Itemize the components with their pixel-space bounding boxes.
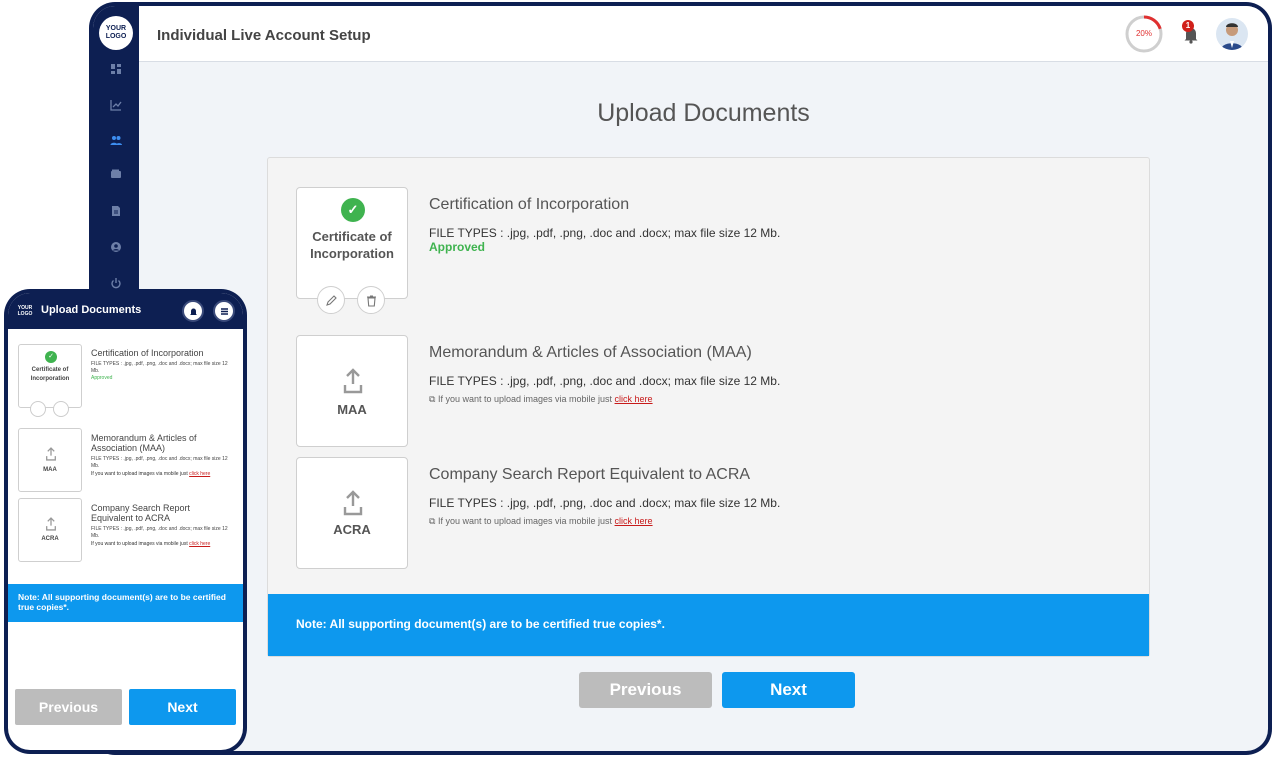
doc-info-acra: Company Search Report Equivalent to ACRA… [429,466,780,527]
mobile-header: YOUR LOGO Upload Documents [8,293,243,329]
page-title: Upload Documents [597,99,810,127]
doc-file-types: FILE TYPES : .jpg, .pdf, .png, .doc and … [429,496,781,510]
click-here-link[interactable]: click here [189,541,210,547]
mobile-icon: ⧉ [429,516,438,526]
mobile-title: Upload Documents [41,304,142,316]
doc-file-types: FILE TYPES : .jpg, .pdf, .png, .doc and … [429,226,781,240]
doc-card-acra[interactable]: ACRA [296,457,408,569]
doc-name: Certification of Incorporation [429,196,630,213]
upload-icon [343,490,363,516]
documents-panel: ✓ Certificate of Incorporation Certifica… [267,157,1150,657]
doc-info-maa: Memorandum & Articles of Association (MA… [429,344,780,405]
status-approved: Approved [91,375,113,381]
mobile-doc-card-acra[interactable]: ACRA [18,498,82,562]
account-icon[interactable] [93,237,139,257]
doc-name: Company Search Report Equivalent to ACRA [91,503,191,523]
header-title: Individual Live Account Setup [157,27,371,44]
desktop-screen: YOUR LOGO Individual Live Account Setup … [93,6,1268,751]
mobile-upload-hint: ⧉ If you want to upload images via mobil… [429,516,780,527]
notification-badge: 1 [1182,20,1194,32]
trash-icon[interactable] [53,401,69,417]
logo[interactable]: YOUR LOGO [99,16,133,50]
status-approved: Approved [429,240,486,254]
doc-name: Memorandum & Articles of Association (MA… [429,344,752,361]
progress-label: 20% [1135,29,1152,38]
app-header: Individual Live Account Setup 20% 1 [139,6,1268,62]
mobile-upload-hint: If you want to upload images via mobile … [91,541,231,547]
doc-file-types: FILE TYPES : .jpg, .pdf, .png, .doc and … [91,456,228,469]
mobile-icon: ⧉ [429,394,438,404]
note-banner: Note: All supporting document(s) are to … [268,594,1149,656]
mobile-note-banner: Note: All supporting document(s) are to … [8,584,243,622]
mobile-hint-text: If you want to upload images via mobile … [437,394,615,404]
mobile-doc-info-maa: Memorandum & Articles of Association (MA… [91,433,231,477]
check-icon: ✓ [45,351,57,363]
progress-ring: 20% [1124,14,1164,54]
mobile-hint-text: If you want to upload images via mobile … [437,516,615,526]
document-icon[interactable] [93,201,139,221]
mobile-upload-hint: If you want to upload images via mobile … [91,471,231,477]
mobile-doc-card-maa[interactable]: MAA [18,428,82,492]
mobile-doc-card-incorporation[interactable]: ✓ Certificate of Incorporation [18,344,82,417]
chart-icon[interactable] [93,95,139,115]
dashboard-icon[interactable] [93,59,139,79]
avatar[interactable] [1216,18,1248,50]
next-button[interactable]: Next [722,672,855,708]
mobile-doc-info-incorporation: Certification of Incorporation FILE TYPE… [91,348,231,381]
mobile-previous-button[interactable]: Previous [15,689,122,725]
mobile-logo[interactable]: YOUR LOGO [15,302,35,320]
doc-card-incorporation[interactable]: ✓ Certificate of Incorporation [296,187,408,314]
upload-icon [343,368,363,394]
previous-button[interactable]: Previous [579,672,712,708]
doc-name: Certification of Incorporation [91,348,204,358]
bell-icon[interactable] [182,300,204,322]
click-here-link[interactable]: click here [615,516,653,526]
mobile-next-button[interactable]: Next [129,689,236,725]
upload-icon [46,447,56,461]
menu-icon[interactable] [213,300,235,322]
doc-name: Memorandum & Articles of Association (MA… [91,433,197,453]
mobile-doc-info-acra: Company Search Report Equivalent to ACRA… [91,503,231,547]
mobile-upload-hint: ⧉ If you want to upload images via mobil… [429,394,780,405]
users-icon[interactable] [93,130,139,150]
doc-file-types: FILE TYPES : .jpg, .pdf, .png, .doc and … [91,361,228,374]
check-icon: ✓ [341,198,365,222]
trash-icon[interactable] [357,286,385,314]
desktop-frame: YOUR LOGO Individual Live Account Setup … [89,2,1272,755]
mobile-screen: YOUR LOGO Upload Documents ✓ Certificate… [8,293,243,750]
edit-icon[interactable] [317,286,345,314]
doc-file-types: FILE TYPES : .jpg, .pdf, .png, .doc and … [91,526,228,539]
doc-file-types: FILE TYPES : .jpg, .pdf, .png, .doc and … [429,374,781,388]
click-here-link[interactable]: click here [615,394,653,404]
edit-icon[interactable] [30,401,46,417]
mobile-hint-text: If you want to upload images via mobile … [91,541,190,547]
doc-info-incorporation: Certification of Incorporation FILE TYPE… [429,196,780,254]
mobile-frame: YOUR LOGO Upload Documents ✓ Certificate… [4,289,247,754]
doc-name: Company Search Report Equivalent to ACRA [429,466,751,483]
click-here-link[interactable]: click here [189,471,210,477]
upload-icon [46,517,56,531]
wallet-icon[interactable] [93,164,139,184]
mobile-hint-text: If you want to upload images via mobile … [91,471,190,477]
doc-card-maa[interactable]: MAA [296,335,408,447]
